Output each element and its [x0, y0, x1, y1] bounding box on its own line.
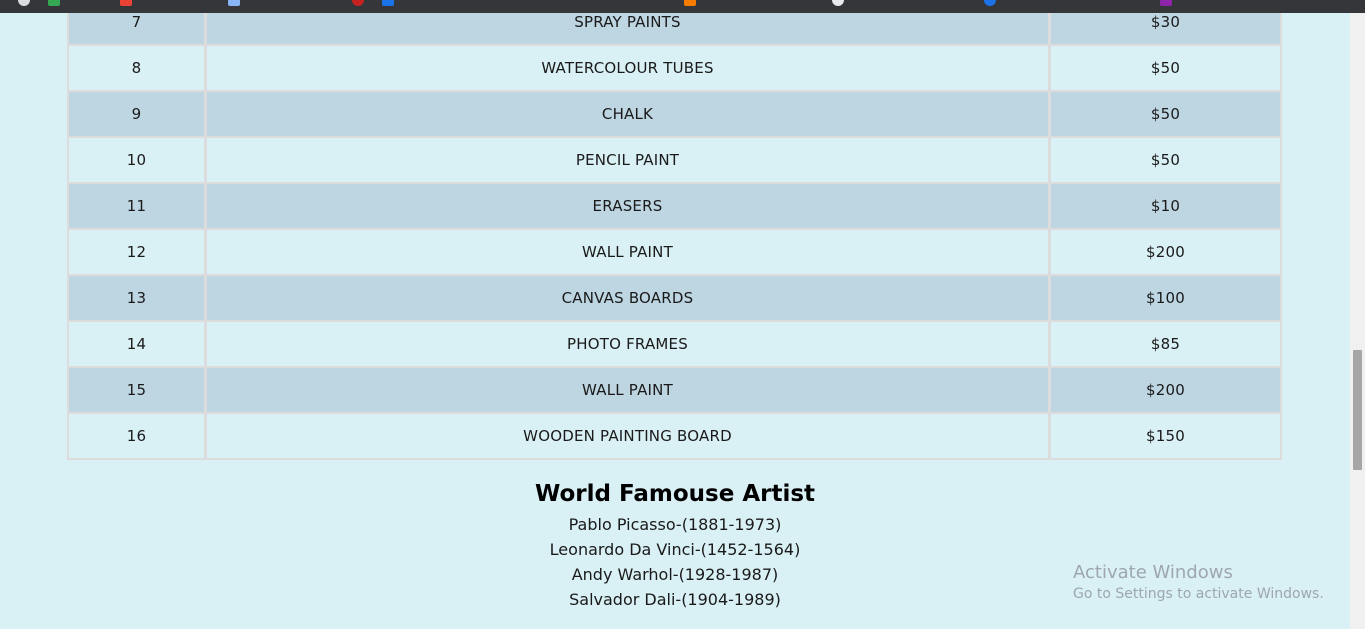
table-row: 10 PENCIL PAINT $50: [69, 136, 1280, 182]
item-name-cell: WOODEN PAINTING BOARD: [207, 412, 1051, 458]
row-number-cell: 9: [69, 90, 207, 136]
bookmark-icon[interactable]: [832, 0, 844, 6]
bookmark-icon[interactable]: [352, 0, 364, 6]
page-content: 7 SPRAY PAINTS $30 8 WATERCOLOUR TUBES $50 9 CH…: [0, 13, 1350, 629]
table-row: 13 CANVAS BOARDS $100: [69, 274, 1280, 320]
price-cell: $85: [1051, 320, 1280, 366]
bookmarks-bar: [0, 0, 1365, 13]
artists-heading: World Famouse Artist: [534, 481, 816, 507]
bookmark-icon[interactable]: [984, 0, 996, 6]
price-cell: $10: [1051, 182, 1280, 228]
table-row: 15 WALL PAINT $200: [69, 366, 1280, 412]
table-row: 7 SPRAY PAINTS $30: [69, 13, 1280, 44]
price-cell: $50: [1051, 44, 1280, 90]
price-cell: $30: [1051, 13, 1280, 44]
item-name-cell: WALL PAINT: [207, 228, 1051, 274]
table-row: 12 WALL PAINT $200: [69, 228, 1280, 274]
bookmark-icon[interactable]: [228, 0, 240, 6]
watermark-subtitle: Go to Settings to activate Windows.: [1073, 586, 1324, 602]
table-row: 9 CHALK $50: [69, 90, 1280, 136]
row-number-cell: 7: [69, 13, 207, 44]
item-name-cell: ERASERS: [207, 182, 1051, 228]
item-name-cell: CANVAS BOARDS: [207, 274, 1051, 320]
activate-windows-watermark: Activate Windows Go to Settings to activ…: [1073, 562, 1324, 604]
item-name-cell: WATERCOLOUR TUBES: [207, 44, 1051, 90]
row-number-cell: 15: [69, 366, 207, 412]
bookmark-icon[interactable]: [382, 0, 394, 6]
item-name-cell: WALL PAINT: [207, 366, 1051, 412]
row-number-cell: 14: [69, 320, 207, 366]
row-number-cell: 8: [69, 44, 207, 90]
table-row: 8 WATERCOLOUR TUBES $50: [69, 44, 1280, 90]
row-number-cell: 12: [69, 228, 207, 274]
price-cell: $200: [1051, 228, 1280, 274]
watermark-title: Activate Windows: [1073, 562, 1233, 583]
bookmark-icon[interactable]: [48, 0, 60, 6]
price-cell: $100: [1051, 274, 1280, 320]
scrollbar-thumb[interactable]: [1353, 350, 1362, 470]
table-row: 16 WOODEN PAINTING BOARD $150: [69, 412, 1280, 458]
item-name-cell: PHOTO FRAMES: [207, 320, 1051, 366]
artist-item: Pablo Picasso-(1881-1973): [568, 515, 782, 534]
table-row: 14 PHOTO FRAMES $85: [69, 320, 1280, 366]
bookmark-icon[interactable]: [120, 0, 132, 6]
row-number-cell: 10: [69, 136, 207, 182]
row-number-cell: 13: [69, 274, 207, 320]
bookmark-icon[interactable]: [1160, 0, 1172, 6]
vertical-scrollbar[interactable]: [1350, 13, 1365, 629]
price-cell: $150: [1051, 412, 1280, 458]
bookmark-icon[interactable]: [18, 0, 30, 6]
item-name-cell: SPRAY PAINTS: [207, 13, 1051, 44]
table-row: 11 ERASERS $10: [69, 182, 1280, 228]
row-number-cell: 11: [69, 182, 207, 228]
price-cell: $200: [1051, 366, 1280, 412]
item-name-cell: PENCIL PAINT: [207, 136, 1051, 182]
artist-item: Leonardo Da Vinci-(1452-1564): [549, 540, 801, 559]
row-number-cell: 16: [69, 412, 207, 458]
bookmark-icon[interactable]: [684, 0, 696, 6]
price-table: 7 SPRAY PAINTS $30 8 WATERCOLOUR TUBES $50 9 CH…: [67, 13, 1282, 460]
item-name-cell: CHALK: [207, 90, 1051, 136]
price-cell: $50: [1051, 136, 1280, 182]
price-cell: $50: [1051, 90, 1280, 136]
